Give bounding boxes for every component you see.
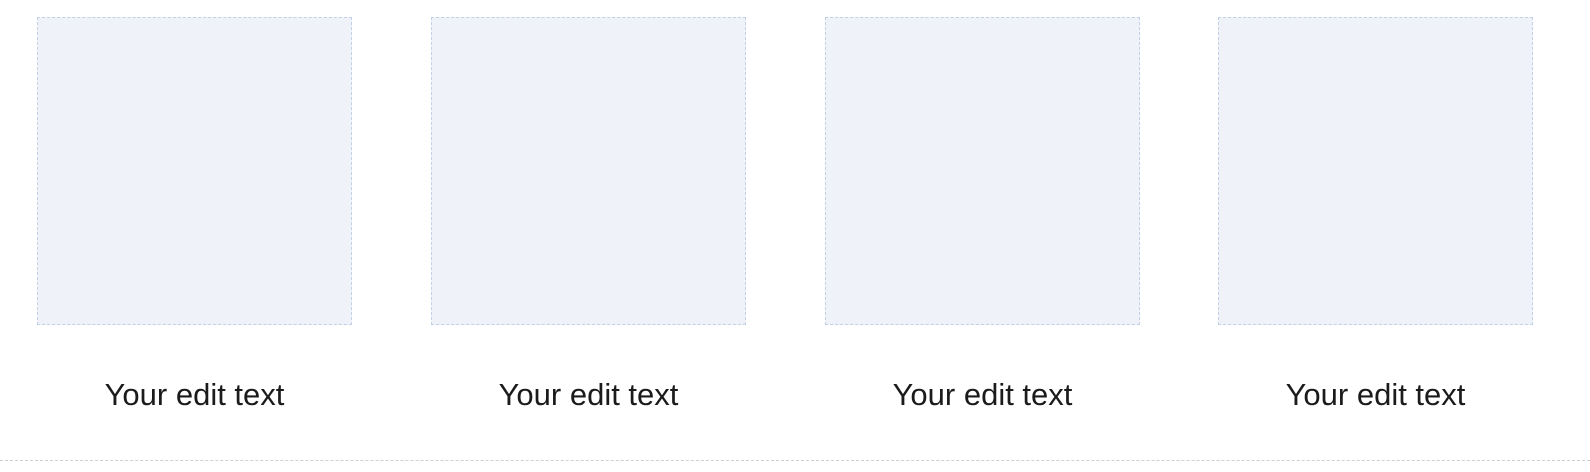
editable-caption[interactable]: Your edit text: [825, 377, 1140, 413]
image-placeholder[interactable]: [1218, 17, 1533, 325]
gallery-item: Your edit text: [1218, 17, 1533, 413]
image-placeholder[interactable]: [431, 17, 746, 325]
gallery-item: Your edit text: [825, 17, 1140, 413]
image-gallery: Your edit text Your edit text Your edit …: [0, 0, 1590, 472]
editable-caption[interactable]: Your edit text: [37, 377, 352, 413]
gallery-item: Your edit text: [37, 17, 352, 413]
editable-caption[interactable]: Your edit text: [431, 377, 746, 413]
section-divider: [0, 460, 1590, 461]
editable-caption[interactable]: Your edit text: [1218, 377, 1533, 413]
gallery-item: Your edit text: [431, 17, 746, 413]
image-placeholder[interactable]: [825, 17, 1140, 325]
image-placeholder[interactable]: [37, 17, 352, 325]
